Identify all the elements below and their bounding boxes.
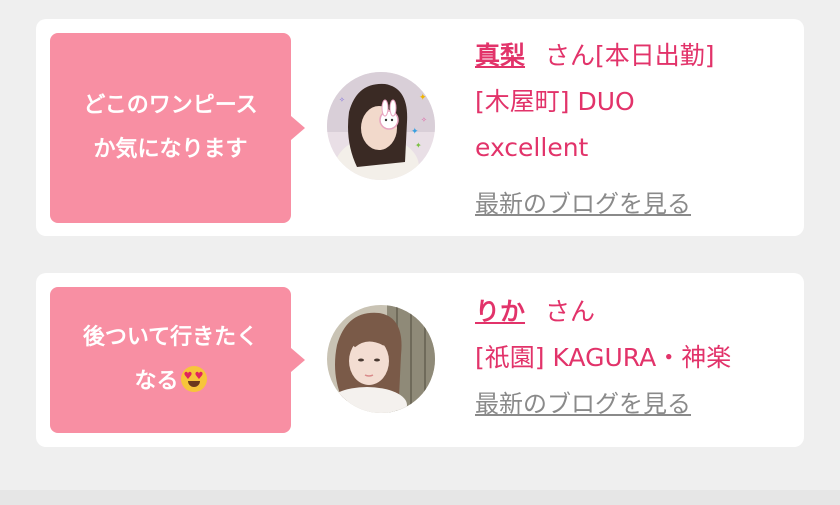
honorific: さん[本日出勤] [545, 41, 715, 70]
honorific: さん [545, 297, 596, 326]
girl-name-link[interactable]: りか [475, 297, 525, 326]
shop-name-line-2: excellent [475, 133, 589, 162]
page-footer-divider [0, 490, 840, 505]
comment-line-2-wrap: なる ♥ ♥ [134, 360, 207, 404]
svg-text:✧: ✧ [339, 96, 345, 104]
comment-line-1: 後ついて行きたく [82, 325, 259, 350]
svg-text:✦: ✦ [419, 93, 427, 103]
heart-eyes-emoji-icon: ♥ ♥ [180, 366, 207, 392]
shop-name-line-1: [木屋町] DUO [475, 87, 635, 116]
post-card-1: どこのワンピース か気になります ✦ ✦ ✧ ✧ ✦ 真梨 さん[本日出勤] [木… [36, 19, 804, 236]
girl-info: 真梨 さん[本日出勤] [木屋町] DUO excellent 最新のブログを見る [475, 33, 794, 221]
latest-blog-link[interactable]: 最新のブログを見る [475, 187, 691, 221]
svg-text:✧: ✧ [421, 116, 427, 124]
comment-bubble: 後ついて行きたく なる ♥ ♥ [50, 287, 305, 433]
comment-line-2: なる [134, 369, 179, 394]
comment-line-1: どこのワンピース [83, 93, 258, 118]
girl-name-link[interactable]: 真梨 [475, 41, 525, 70]
svg-text:✦: ✦ [415, 141, 422, 150]
girl-info: りか さん [祇園] KAGURA・神楽 最新のブログを見る [475, 289, 794, 421]
comment-line-2: か気になります [93, 137, 248, 162]
avatar[interactable] [327, 305, 435, 413]
latest-blog-link[interactable]: 最新のブログを見る [475, 387, 691, 421]
post-card-2: 後ついて行きたく なる ♥ ♥ りか さん [祇園] KAGURA・神楽 最新のブログ… [36, 273, 804, 447]
comment-bubble: どこのワンピース か気になります [50, 33, 305, 223]
avatar[interactable]: ✦ ✦ ✧ ✧ ✦ [327, 72, 435, 180]
shop-name-line-1: [祇園] KAGURA・神楽 [475, 343, 732, 372]
svg-text:✦: ✦ [411, 127, 419, 137]
